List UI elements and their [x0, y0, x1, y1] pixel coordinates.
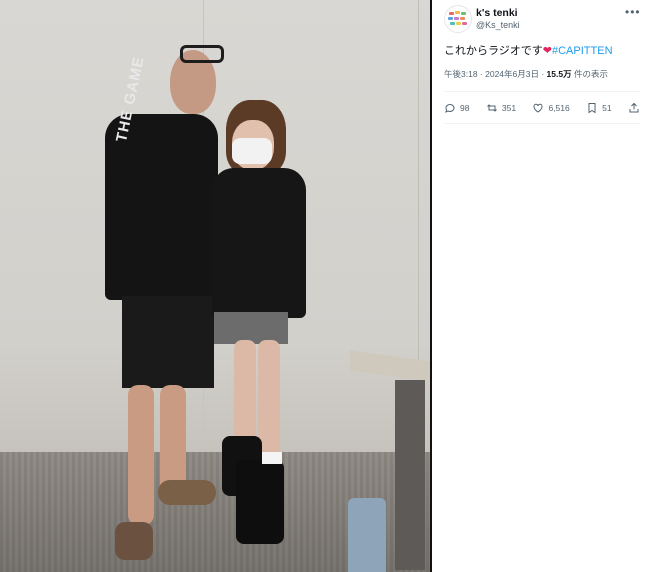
- man-leg: [128, 385, 154, 525]
- face-mask: [232, 138, 272, 164]
- man-leg: [160, 385, 186, 495]
- tweet-text: これからラジオです❤#CAPITTEN: [444, 42, 613, 58]
- reply-button[interactable]: 98: [444, 102, 469, 114]
- retweet-button[interactable]: 351: [486, 102, 516, 114]
- more-icon[interactable]: •••: [625, 5, 641, 19]
- divider: [444, 123, 640, 124]
- meta-separator: ·: [477, 69, 486, 79]
- user-handle[interactable]: @Ks_tenki: [476, 20, 520, 30]
- sock: [262, 452, 282, 464]
- divider: [444, 91, 640, 92]
- bookmark-button[interactable]: 51: [586, 102, 612, 114]
- reply-count: 98: [460, 103, 470, 113]
- man-shorts: [122, 296, 214, 388]
- hashtag-link[interactable]: #CAPITTEN: [552, 45, 613, 57]
- post-photo[interactable]: THE GAME: [0, 0, 430, 572]
- avatar-icon: [448, 11, 467, 25]
- heart-icon: [533, 103, 543, 113]
- woman-jacket: [212, 168, 306, 318]
- share-button[interactable]: [628, 102, 640, 114]
- chair: [348, 498, 386, 572]
- glasses: [180, 45, 224, 63]
- reply-icon: [445, 103, 455, 113]
- bookmark-count: 51: [602, 103, 612, 113]
- like-count: 6,516: [548, 103, 570, 113]
- heart-emoji: ❤: [542, 45, 552, 57]
- action-bar: 98 351 6,516 51: [444, 100, 640, 116]
- bookmark-icon: [588, 103, 596, 114]
- retweet-count: 351: [501, 103, 517, 113]
- like-button[interactable]: 6,516: [532, 102, 570, 114]
- sandal: [158, 480, 216, 505]
- sandal: [115, 522, 153, 560]
- boot: [236, 460, 284, 544]
- avatar[interactable]: [444, 5, 472, 33]
- meta-separator: ·: [538, 69, 547, 79]
- share-icon: [629, 102, 639, 113]
- tweet-body: これからラジオです: [444, 45, 543, 57]
- display-name[interactable]: k's tenki: [476, 7, 518, 19]
- view-count: 15.5万: [546, 69, 572, 79]
- post-panel: k's tenki @Ks_tenki ••• これからラジオです❤#CAPIT…: [430, 0, 645, 572]
- pleated-skirt: [214, 312, 288, 344]
- woman-leg: [234, 340, 256, 440]
- tweet-meta: 午後3:18 · 2024年6月3日 · 15.5万 件の表示: [444, 68, 608, 80]
- tweet-time[interactable]: 午後3:18: [444, 69, 478, 79]
- desk-leg: [395, 380, 425, 570]
- tweet-date[interactable]: 2024年6月3日: [485, 69, 539, 79]
- view-label: 件の表示: [571, 69, 608, 79]
- retweet-icon: [487, 104, 497, 112]
